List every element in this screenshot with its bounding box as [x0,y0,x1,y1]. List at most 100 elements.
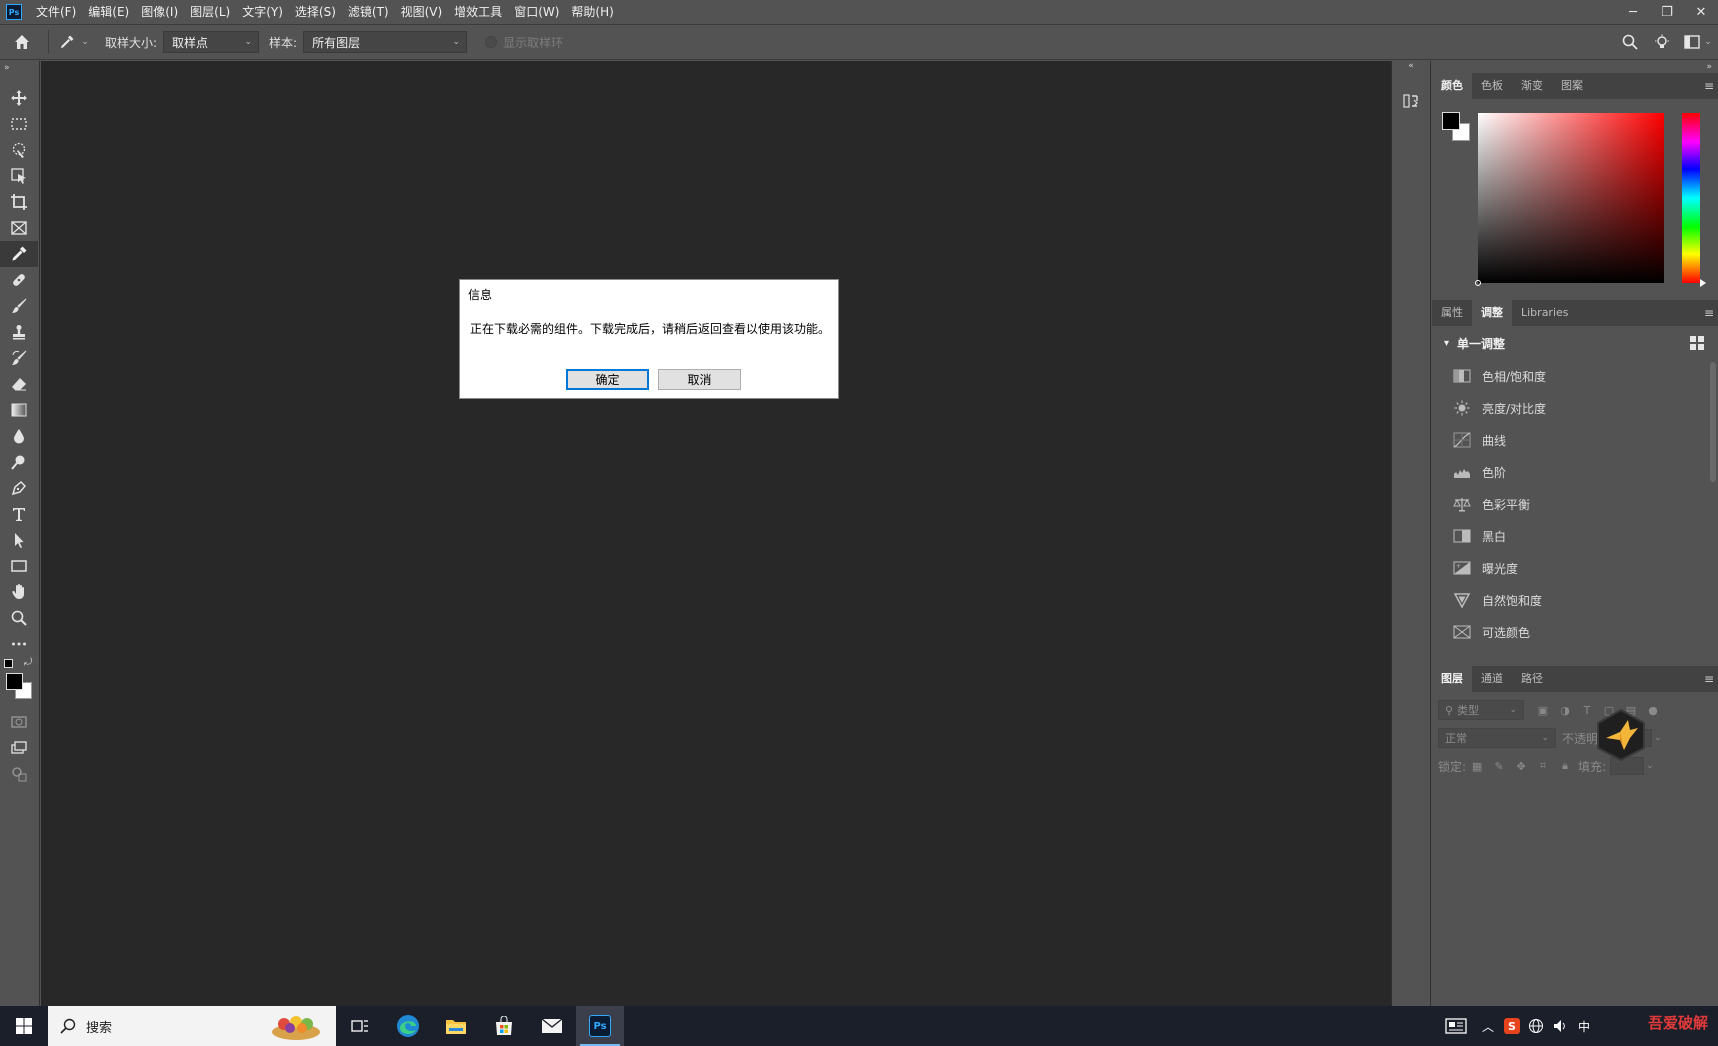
ok-button[interactable]: 确定 [566,369,649,390]
menu-image[interactable]: 图像(I) [135,0,184,24]
menu-filter[interactable]: 滤镜(T) [342,0,395,24]
edit-toolbar-button[interactable] [0,761,38,787]
panel-menu-icon[interactable]: ≡ [1704,666,1714,692]
home-button[interactable] [0,25,44,59]
tab-layers[interactable]: 图层 [1432,666,1472,692]
frame-tool[interactable] [0,215,38,241]
menu-window[interactable]: 窗口(W) [508,0,565,24]
sogou-ime-icon[interactable]: S [1500,1006,1524,1046]
object-selection-tool[interactable] [0,163,38,189]
zoom-tool[interactable] [0,605,38,631]
pen-tool[interactable] [0,475,38,501]
marquee-tool[interactable] [0,111,38,137]
news-widget-button[interactable] [1436,1006,1476,1046]
layer-filter-select[interactable]: ⚲ 类型 ⌄ [1438,700,1524,720]
dodge-tool[interactable] [0,449,38,475]
default-colors-icon[interactable] [4,659,13,668]
screen-mode-button[interactable] [0,735,38,761]
panel-menu-icon[interactable]: ≡ [1704,300,1714,326]
tab-properties[interactable]: 属性 [1432,300,1472,326]
menu-select[interactable]: 选择(S) [289,0,342,24]
hue-slider-marker[interactable] [1700,279,1706,287]
store-button[interactable] [480,1006,528,1046]
menu-layer[interactable]: 图层(L) [184,0,236,24]
menu-help[interactable]: 帮助(H) [565,0,619,24]
menu-file[interactable]: 文件(F) [30,0,82,24]
taskbar-search-box[interactable]: 搜索 [48,1006,336,1046]
file-explorer-button[interactable] [432,1006,480,1046]
start-button[interactable] [0,1006,48,1046]
tool-preset-picker[interactable]: ⌄ [53,25,95,59]
adjustments-scrollbar[interactable] [1710,362,1716,482]
clone-stamp-tool[interactable] [0,319,38,345]
tab-channels[interactable]: 通道 [1472,666,1512,692]
cancel-button[interactable]: 取消 [658,369,741,390]
more-tools[interactable] [0,631,38,657]
show-sampling-ring-checkbox[interactable]: 显示取样环 [485,34,563,51]
tab-paths[interactable]: 路径 [1512,666,1552,692]
tab-color[interactable]: 颜色 [1432,73,1472,99]
healing-brush-tool[interactable] [0,267,38,293]
history-panel-button[interactable] [1392,83,1430,119]
hand-tool[interactable] [0,579,38,605]
single-adjustments-header[interactable]: ▾ 单一调整 [1432,326,1718,360]
filter-pixel-icon[interactable]: ▣ [1532,701,1554,719]
color-field-marker[interactable] [1475,280,1481,286]
mail-button[interactable] [528,1006,576,1046]
history-brush-tool[interactable] [0,345,38,371]
restore-button[interactable]: ❐ [1650,0,1684,24]
adjustment-selective-color[interactable]: 可选颜色 [1432,616,1718,648]
rectangle-tool[interactable] [0,553,38,579]
adjustment-black-white[interactable]: 黑白 [1432,520,1718,552]
eyedropper-tool[interactable] [0,241,38,267]
tab-gradients[interactable]: 渐变 [1512,73,1552,99]
menu-view[interactable]: 视图(V) [395,0,449,24]
workspace-button[interactable]: ⌄ [1678,25,1718,59]
volume-icon[interactable] [1548,1006,1572,1046]
lock-position-icon[interactable]: ✥ [1510,757,1532,775]
brush-tool[interactable] [0,293,38,319]
color-picker-field[interactable] [1478,113,1664,283]
tab-adjustments[interactable]: 调整 [1472,300,1512,326]
toolbar-collapse-button[interactable]: » [0,61,39,75]
menu-type[interactable]: 文字(Y) [236,0,289,24]
adjustment-hue-saturation[interactable]: 色相/饱和度 [1432,360,1718,392]
crop-tool[interactable] [0,189,38,215]
lock-transparency-icon[interactable]: ▦ [1466,757,1488,775]
discover-button[interactable] [1646,25,1678,59]
lock-all-icon[interactable]: 🔒︎ [1554,757,1576,775]
input-language-indicator[interactable]: 中 [1572,1006,1596,1046]
panel-menu-icon[interactable]: ≡ [1704,73,1714,99]
search-button[interactable] [1614,25,1646,59]
type-tool[interactable] [0,501,38,527]
photoshop-taskbar-button[interactable]: Ps [576,1006,624,1046]
adjustment-brightness-contrast[interactable]: 亮度/对比度 [1432,392,1718,424]
tab-swatches[interactable]: 色板 [1472,73,1512,99]
swap-colors-icon[interactable]: ⤾ [24,657,32,668]
document-canvas-area[interactable] [41,61,1391,1006]
adjustment-exposure[interactable]: + 曝光度 [1432,552,1718,584]
close-button[interactable]: ✕ [1684,0,1718,24]
lock-image-icon[interactable]: ✎ [1488,757,1510,775]
move-tool[interactable] [0,85,38,111]
quick-mask-button[interactable] [0,709,38,735]
tab-libraries[interactable]: Libraries [1512,300,1578,326]
panel-foreground-swatch[interactable] [1442,112,1460,130]
adjustment-levels[interactable]: 色阶 [1432,456,1718,488]
sample-size-select[interactable]: 取样点 ⌄ [163,31,260,53]
blend-mode-select[interactable]: 正常 ⌄ [1438,728,1556,748]
foreground-color-swatch[interactable] [6,673,23,690]
adjustment-curves[interactable]: 曲线 [1432,424,1718,456]
dock-collapse-button[interactable]: « [1392,61,1430,71]
blur-tool[interactable] [0,423,38,449]
grid-view-icon[interactable] [1690,336,1704,350]
menu-edit[interactable]: 编辑(E) [82,0,135,24]
adjustment-color-balance[interactable]: 色彩平衡 [1432,488,1718,520]
adjustment-vibrance[interactable]: 自然饱和度 [1432,584,1718,616]
lock-artboard-icon[interactable]: ⌗ [1532,757,1554,775]
network-icon[interactable] [1524,1006,1548,1046]
hue-slider[interactable] [1682,113,1700,283]
quick-selection-tool[interactable] [0,137,38,163]
edge-button[interactable] [384,1006,432,1046]
filter-adjustment-icon[interactable]: ◑ [1554,701,1576,719]
